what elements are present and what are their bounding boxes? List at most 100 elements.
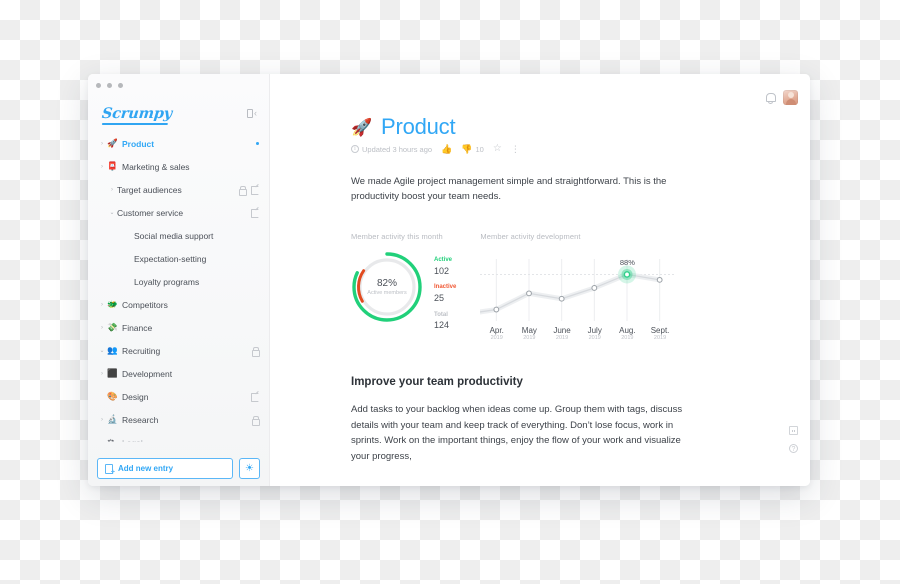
lock-icon[interactable] <box>251 415 260 426</box>
chevron-right-icon[interactable]: › <box>97 371 107 377</box>
edit-icon[interactable] <box>251 392 259 402</box>
bell-icon[interactable] <box>765 92 776 104</box>
chevron-right-icon[interactable]: › <box>107 187 117 193</box>
thumbs-up-icon: 👍 <box>441 143 453 154</box>
donut-graphic: 82% Active members <box>351 251 423 323</box>
active-indicator-dot <box>256 142 259 145</box>
document-meta-row: i Updated 3 hours ago 👍 👎 10 ☆ ⋮ <box>351 144 790 154</box>
sidebar-item-research[interactable]: › 🔬 Research <box>88 408 269 431</box>
x-axis-tick-sublabel: 2019 <box>523 335 536 342</box>
line-chart-plot: 88% <box>469 251 677 323</box>
lock-icon[interactable] <box>251 346 260 357</box>
sidebar-item-competitors[interactable]: › 🐲 Competitors <box>88 293 269 316</box>
donut-legend-row: Total 124 <box>434 312 456 332</box>
sidebar-item-actions <box>251 415 260 426</box>
thumbs-down-button[interactable]: 👎 10 <box>461 144 484 154</box>
sidebar-item-marketing-sales[interactable]: › 📮 Marketing & sales <box>88 155 269 178</box>
sidebar-header: Scrumpy ‹ <box>88 98 269 128</box>
line-chart-highlight-label: 88% <box>619 258 635 268</box>
info-icon: i <box>351 145 359 153</box>
sidebar-item-label: Customer service <box>117 207 184 218</box>
sidebar-item-emoji-icon: 📮 <box>107 161 118 171</box>
sidebar-item-actions <box>251 392 259 402</box>
donut-legend-value: 25 <box>434 292 445 303</box>
document-body: 🚀 Product i Updated 3 hours ago 👍 👎 10 ☆ <box>351 114 790 464</box>
charts-row: Member activity this month 82% Active me… <box>351 232 790 343</box>
settings-gear-icon[interactable]: ☀ <box>239 458 260 479</box>
chevron-right-icon[interactable]: › <box>97 164 107 170</box>
edit-icon[interactable] <box>251 185 259 195</box>
data-point[interactable] <box>493 306 500 313</box>
sidebar-item-label: Finance <box>122 322 153 333</box>
sidebar: Scrumpy ‹ › 🚀 Product › 📮 Marketing & sales › T… <box>88 74 270 486</box>
data-point[interactable] <box>559 295 565 302</box>
sidebar-item-emoji-icon: ⚖ <box>107 437 115 442</box>
sidebar-item-label: Social media support <box>134 230 214 241</box>
sidebar-item-recruiting[interactable]: ⌄ 👥 Recruiting <box>88 339 269 362</box>
line-chart-x-axis: Apr. 2019 May 2019 June 2019 July 2019 Aug. 2019 S… <box>480 326 676 343</box>
more-options-button[interactable]: ⋮ <box>510 143 520 154</box>
x-axis-tick-sublabel: 2019 <box>653 335 667 342</box>
sidebar-footer: Add new entry ☀ <box>88 458 269 479</box>
sidebar-item-expectation-setting[interactable]: Expectation-setting <box>88 247 269 270</box>
help-icon[interactable]: ? <box>789 444 798 453</box>
thumbs-up-button[interactable]: 👍 <box>441 143 453 154</box>
x-axis-tick: Apr. 2019 <box>480 326 513 343</box>
sidebar-item-development[interactable]: › ⬛ Development <box>88 362 269 385</box>
sidebar-item-social-media-support[interactable]: Social media support <box>88 224 269 247</box>
data-point[interactable] <box>657 276 663 283</box>
data-point[interactable] <box>591 284 598 291</box>
sidebar-item-loyalty-programs[interactable]: Loyalty programs <box>88 270 269 293</box>
sidebar-item-emoji-icon: 🔬 <box>107 414 118 424</box>
add-new-entry-button[interactable]: Add new entry <box>97 458 233 479</box>
chevron-down-icon[interactable]: ⌄ <box>97 348 107 354</box>
donut-legend-value: 124 <box>434 320 450 331</box>
keyboard-shortcuts-icon[interactable] <box>789 426 798 435</box>
user-avatar[interactable] <box>783 90 798 105</box>
sidebar-nav: › 🚀 Product › 📮 Marketing & sales › Target audi… <box>88 130 269 442</box>
line-chart-svg <box>469 258 677 321</box>
document-lead-paragraph: We made Agile project management simple … <box>351 176 667 203</box>
x-axis-tick: July 2019 <box>578 326 611 343</box>
more-vertical-icon: ⋮ <box>510 143 520 154</box>
window-close-button[interactable] <box>96 83 101 88</box>
member-activity-line-chart: Member activity development 88% Apr. 2019… <box>469 232 677 343</box>
sidebar-item-actions <box>251 208 259 218</box>
lock-icon[interactable] <box>238 185 247 196</box>
sidebar-item-label: Marketing & sales <box>122 161 190 172</box>
chevron-down-icon[interactable]: ⌄ <box>107 210 117 216</box>
data-point-highlighted[interactable] <box>624 270 631 278</box>
chevron-right-icon[interactable]: › <box>97 141 107 147</box>
edit-icon[interactable] <box>251 208 259 218</box>
sidebar-item-customer-service[interactable]: ⌄ Customer service <box>88 201 269 224</box>
x-axis-tick: May 2019 <box>513 326 546 343</box>
x-axis-tick-sublabel: 2019 <box>588 335 601 342</box>
chevron-right-icon[interactable]: › <box>97 302 107 308</box>
chevron-left-icon: ‹ <box>254 107 257 118</box>
sidebar-item-label: Product <box>122 138 155 149</box>
chevron-right-icon[interactable]: › <box>97 325 107 331</box>
window-minimize-button[interactable] <box>107 83 112 88</box>
sidebar-collapse-icon[interactable]: ‹ <box>247 107 257 118</box>
sidebar-item-legal[interactable]: ⚖ Legal <box>88 431 269 442</box>
section-paragraph: Add tasks to your backlog when ideas com… <box>351 404 683 462</box>
sidebar-item-emoji-icon: 🎨 <box>107 391 118 401</box>
sidebar-item-product[interactable]: › 🚀 Product <box>88 132 269 155</box>
sidebar-item-target-audiences[interactable]: › Target audiences <box>88 178 269 201</box>
chevron-right-icon[interactable]: › <box>97 417 107 423</box>
sidebar-item-emoji-icon: 🚀 <box>107 138 118 148</box>
data-point[interactable] <box>526 290 533 296</box>
favorite-button[interactable]: ☆ <box>493 144 502 154</box>
sidebar-item-label: Design <box>122 391 149 402</box>
window-maximize-button[interactable] <box>118 83 123 88</box>
app-logo[interactable]: Scrumpy <box>101 105 173 122</box>
sidebar-item-finance[interactable]: › 💸 Finance <box>88 316 269 339</box>
side-tools: ? <box>789 426 798 453</box>
sidebar-item-label: Loyalty programs <box>134 276 200 287</box>
donut-legend: Active 102 Inactive 25 Total 124 <box>434 251 456 339</box>
updated-info[interactable]: i Updated 3 hours ago <box>351 145 432 154</box>
new-page-icon <box>105 464 115 476</box>
donut-center-value: 82% <box>376 277 397 289</box>
sidebar-item-design[interactable]: 🎨 Design <box>88 385 269 408</box>
sidebar-item-emoji-icon: 💸 <box>107 322 118 332</box>
